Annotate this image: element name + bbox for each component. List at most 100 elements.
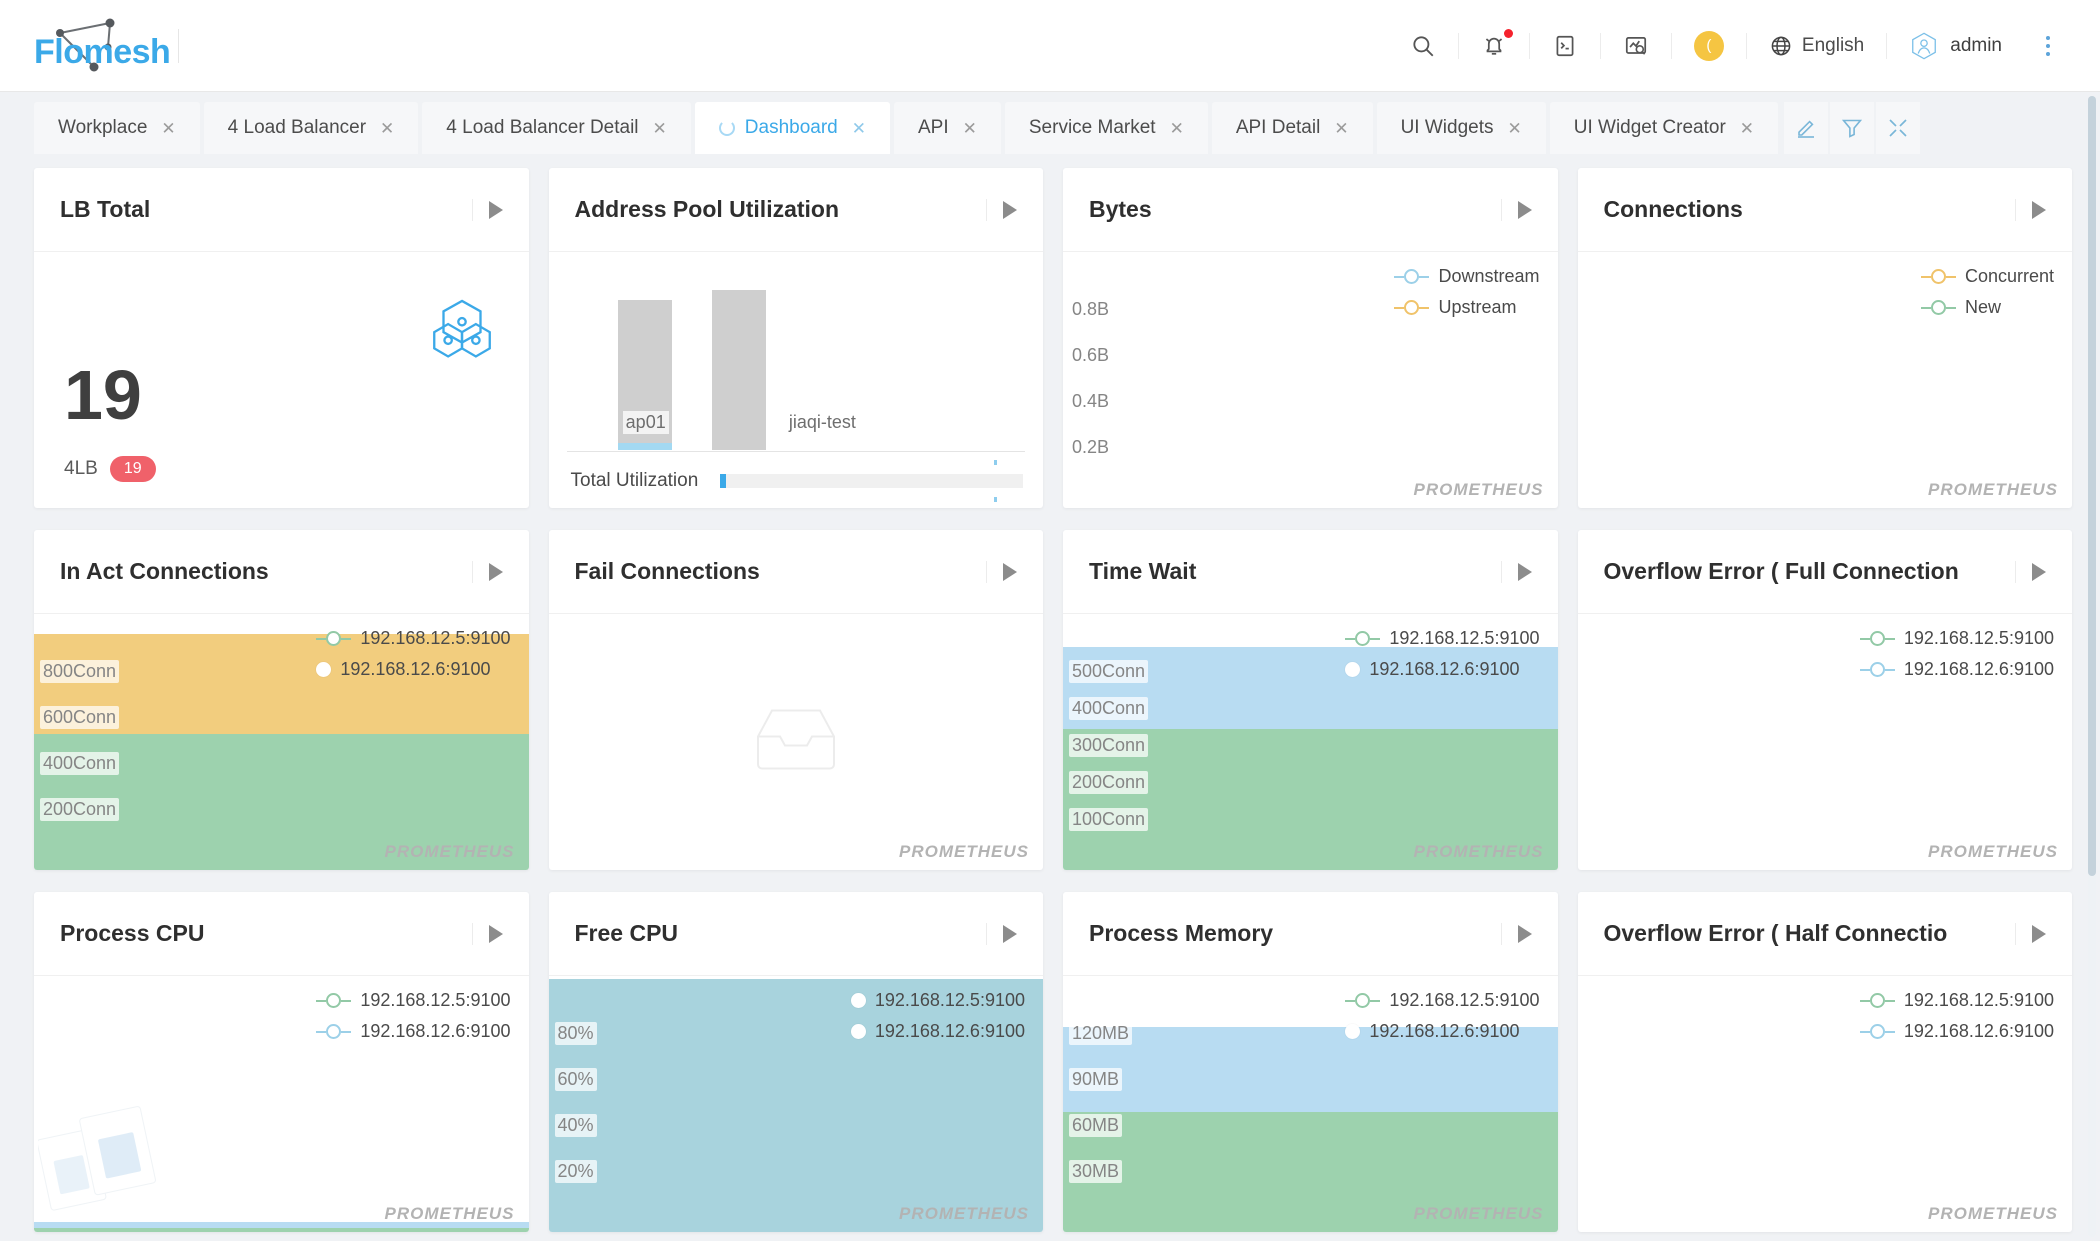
globe-icon [1769,34,1793,58]
brand-logo[interactable]: Flomesh [34,15,179,77]
tab-close-icon[interactable]: ✕ [161,120,175,137]
legend-line [1885,638,1895,640]
legend-item[interactable]: 192.168.12.5:9100 [1860,628,2054,649]
alarm-button[interactable] [1459,23,1529,69]
page-scrollbar[interactable] [2088,96,2096,1237]
tab-close-icon[interactable]: ✕ [1170,120,1184,137]
legend-item[interactable]: Downstream [1394,266,1539,287]
report-search-button[interactable] [1601,23,1671,69]
tab-4-load-balancer-detail[interactable]: 4 Load Balancer Detail✕ [422,102,691,154]
card-play-button[interactable] [1003,925,1017,943]
user-menu[interactable]: admin [1887,23,2024,69]
card-play-button[interactable] [1003,201,1017,219]
card-header-divider [2015,923,2016,945]
legend-item[interactable]: 192.168.12.6:9100 [316,659,510,680]
stat-value: 19 [64,360,142,430]
search-button[interactable] [1388,23,1458,69]
legend-item[interactable]: 192.168.12.6:9100 [1345,1021,1539,1042]
filter-button[interactable] [1830,102,1874,154]
user-status-button[interactable]: ( [1672,23,1746,69]
total-utilization-fill [720,474,726,488]
legend-line [1345,638,1355,640]
more-menu-button[interactable] [2024,23,2072,69]
tab-4-load-balancer[interactable]: 4 Load Balancer✕ [204,102,419,154]
legend-item[interactable]: Concurrent [1921,266,2054,287]
legend-item[interactable]: 192.168.12.5:9100 [851,990,1025,1011]
tab-dashboard[interactable]: Dashboard✕ [695,102,890,154]
card-play-button[interactable] [1003,563,1017,581]
legend-line [1394,307,1404,309]
legend-item[interactable]: 192.168.12.6:9100 [851,1021,1025,1042]
tab-workplace[interactable]: Workplace✕ [34,102,200,154]
legend-item[interactable]: 192.168.12.6:9100 [1860,659,2054,680]
legend-line [316,1031,326,1033]
legend-item[interactable]: 192.168.12.5:9100 [1860,990,2054,1011]
legend-marker [326,1024,341,1039]
card-play-button[interactable] [2032,563,2046,581]
card-play-button[interactable] [2032,201,2046,219]
legend-marker [1345,1024,1360,1039]
tab-api-detail[interactable]: API Detail✕ [1212,102,1373,154]
legend-item[interactable]: 192.168.12.5:9100 [1345,628,1539,649]
card-title: Connections [1604,196,2000,223]
legend-line [1860,1031,1870,1033]
legend-line [316,1000,326,1002]
search-icon [1410,33,1436,59]
tab-close-icon[interactable]: ✕ [852,120,866,137]
legend-item[interactable]: 192.168.12.5:9100 [1345,990,1539,1011]
legend-line [1419,276,1429,278]
y-axis-tick: 200Conn [40,798,119,821]
page-scrollbar-thumb[interactable] [2088,96,2096,876]
fullscreen-button[interactable] [1876,102,1920,154]
user-hexagon-icon [1909,31,1939,61]
tab-close-icon[interactable]: ✕ [653,120,667,137]
legend-item[interactable]: New [1921,297,2054,318]
legend-item[interactable]: 192.168.12.6:9100 [316,1021,510,1042]
card-play-button[interactable] [489,563,503,581]
avatar: ( [1694,31,1724,61]
edit-pencil-button[interactable] [1784,102,1828,154]
legend-marker [1404,300,1419,315]
card-play-button[interactable] [1518,563,1532,581]
legend-line [1370,1000,1380,1002]
card-body: 192.168.12.5:9100192.168.12.6:9100800Con… [34,614,529,870]
language-switcher[interactable]: English [1747,23,1886,69]
tab-close-icon[interactable]: ✕ [380,120,394,137]
legend-line [1885,669,1895,671]
legend-item[interactable]: 192.168.12.6:9100 [1345,659,1539,680]
legend-item[interactable]: 192.168.12.6:9100 [1860,1021,2054,1042]
card-body: 192.168.12.5:9100 192.168.12.6:9100 PROMET… [34,976,529,1232]
legend-item[interactable]: 192.168.12.5:9100 [316,990,510,1011]
card-address-pool-utilization: Address Pool Utilizationap01jiaqi-testTo… [549,168,1044,508]
legend-label: 192.168.12.5:9100 [360,628,510,649]
tab-close-icon[interactable]: ✕ [1507,120,1521,137]
legend-item[interactable]: Upstream [1394,297,1539,318]
data-source-label: PROMETHEUS [385,1204,515,1224]
card-play-button[interactable] [489,201,503,219]
data-source-label: PROMETHEUS [899,1204,1029,1224]
tab-service-market[interactable]: Service Market✕ [1005,102,1208,154]
legend-item[interactable]: 192.168.12.5:9100 [316,628,510,649]
legend-label: 192.168.12.6:9100 [360,1021,510,1042]
tab-ui-widget-creator[interactable]: UI Widget Creator✕ [1550,102,1778,154]
card-play-button[interactable] [2032,925,2046,943]
tab-api[interactable]: API✕ [894,102,1001,154]
legend-line [1394,276,1404,278]
card-play-button[interactable] [489,925,503,943]
utilization-tick-marks [994,460,997,502]
card-title: Overflow Error ( Half Connectio [1604,920,2000,947]
tab-close-icon[interactable]: ✕ [1740,120,1754,137]
card-play-button[interactable] [1518,201,1532,219]
legend-marker [1931,269,1946,284]
card-header-divider [472,199,473,221]
terminal-button[interactable] [1530,23,1600,69]
tab-toolbar [1782,102,1920,154]
card-play-button[interactable] [1518,925,1532,943]
tab-close-icon[interactable]: ✕ [1334,120,1348,137]
card-body: 192.168.12.5:9100192.168.12.6:9100PROMET… [1578,614,2073,870]
legend-marker [326,993,341,1008]
tab-ui-widgets[interactable]: UI Widgets✕ [1377,102,1546,154]
tab-close-icon[interactable]: ✕ [963,120,977,137]
total-utilization-bar[interactable] [720,474,1023,488]
bar-highlight-cap [618,443,672,450]
